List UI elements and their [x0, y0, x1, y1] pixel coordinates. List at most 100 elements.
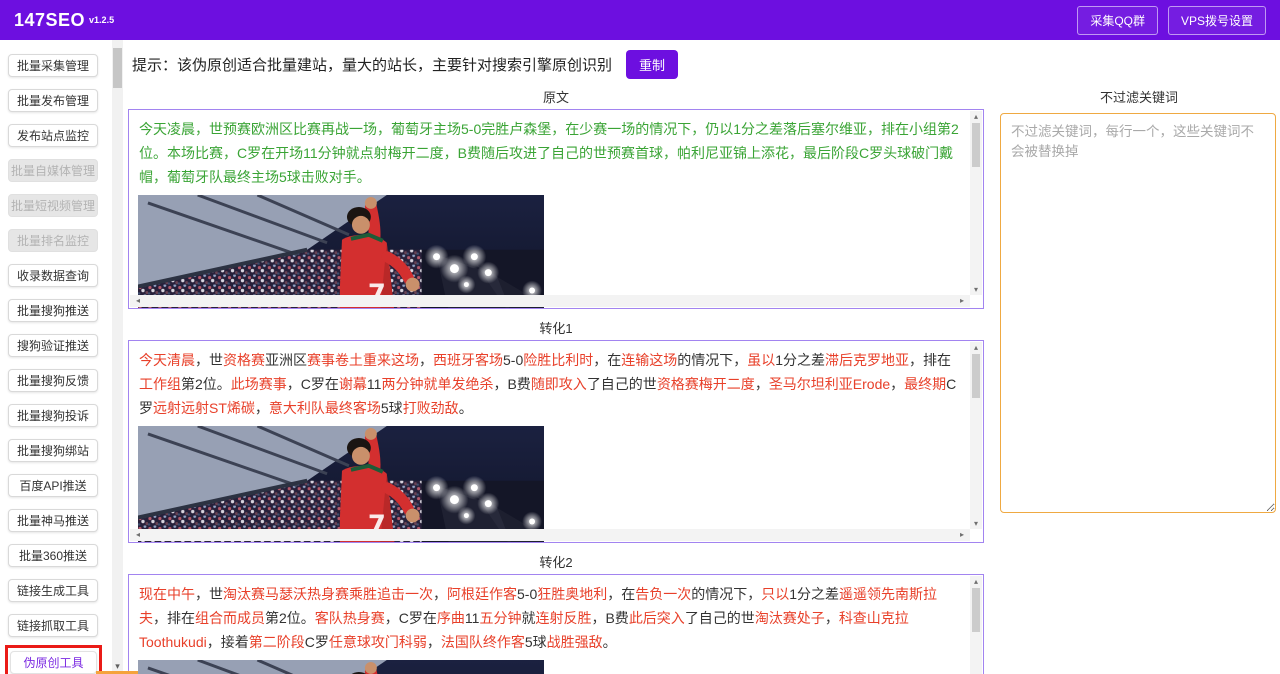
text-segment: ，B费 — [591, 610, 628, 626]
changed-text-segment: 现在中午 — [139, 586, 195, 602]
text-segment: 1分之差 — [775, 352, 825, 368]
sidebar-item-15[interactable]: 批量360推送 — [8, 544, 98, 567]
text-segment: C罗 — [305, 634, 329, 650]
changed-text-segment: 圣马尔坦利亚Erode — [769, 376, 890, 392]
panel-vertical-scrollbar[interactable]: ▴ ▾ — [970, 111, 982, 295]
sidebar-item-4: 批量自媒体管理 — [8, 159, 98, 182]
keywords-column: 不过滤关键词 — [993, 40, 1280, 674]
text-segment: 5-0 — [503, 352, 523, 368]
sidebar-item-5: 批量短视频管理 — [8, 194, 98, 217]
sidebar-item-12[interactable]: 批量搜狗绑站 — [8, 439, 98, 462]
changed-text-segment: 淘汰赛马瑟沃热身赛乘胜追击一次 — [223, 586, 433, 602]
sidebar-item-2[interactable]: 批量发布管理 — [8, 89, 98, 112]
no-filter-keywords-input[interactable] — [1000, 113, 1276, 513]
panel-vertical-scrollbar[interactable]: ▴ ▾ — [970, 576, 982, 674]
header-bar: 147SEO v1.2.5 采集QQ群 VPS拨号设置 — [0, 0, 1280, 40]
text-segment: ， — [427, 634, 441, 650]
changed-text-segment: 滞后克罗地亚 — [825, 352, 909, 368]
changed-text-segment: 第二阶段 — [249, 634, 305, 650]
panel-horizontal-scrollbar[interactable]: ◂ ▸ — [130, 529, 970, 541]
sidebar-item-8[interactable]: 批量搜狗推送 — [8, 299, 98, 322]
changed-text-segment: 西班牙客场 — [433, 352, 503, 368]
sidebar-scrollbar-thumb[interactable] — [113, 48, 122, 88]
changed-text-segment: 此后突入 — [629, 610, 685, 626]
changed-text-segment: 意大利队最终客场 — [269, 400, 381, 416]
sidebar-item-14[interactable]: 批量神马推送 — [8, 509, 98, 532]
text-segment: 11 — [367, 376, 382, 392]
scrollbar-thumb[interactable] — [972, 123, 980, 167]
text-segment: 。 — [603, 634, 617, 650]
sidebar-item-3[interactable]: 发布站点监控 — [8, 124, 98, 147]
sidebar-item-13[interactable]: 百度API推送 — [8, 474, 98, 497]
text-segment: ， — [755, 376, 769, 392]
changed-text-segment: 赛事卷土重来这场 — [307, 352, 419, 368]
changed-text-segment: 淘汰赛处子 — [755, 610, 825, 626]
text-segment: ，在 — [607, 586, 635, 602]
brand-version: v1.2.5 — [89, 15, 114, 25]
sidebar-item-17[interactable]: 链接抓取工具 — [8, 614, 98, 637]
text-segment: 第2位。 — [181, 376, 231, 392]
scroll-up-icon[interactable]: ▴ — [970, 112, 982, 121]
panel-vertical-scrollbar[interactable]: ▴ ▾ — [970, 342, 982, 529]
sidebar-item-1[interactable]: 批量采集管理 — [8, 54, 98, 77]
sidebar-item-10[interactable]: 批量搜狗反馈 — [8, 369, 98, 392]
changed-text-segment: 法国队终作客 — [441, 634, 525, 650]
scroll-down-icon[interactable]: ▾ — [970, 519, 982, 528]
changed-text-segment: 资格赛梅开二度 — [657, 376, 755, 392]
text-segment: 1分之差 — [789, 586, 839, 602]
text-segment: ，B费 — [493, 376, 530, 392]
changed-text-segment: 五分钟 — [479, 610, 521, 626]
text-segment: 5球 — [381, 400, 403, 416]
text-segment: ，排在 — [909, 352, 951, 368]
rebuild-button[interactable]: 重制 — [626, 50, 678, 79]
changed-text-segment: 最终期 — [904, 376, 946, 392]
changed-text-segment: 连输这场 — [621, 352, 677, 368]
scrollbar-thumb[interactable] — [972, 354, 980, 398]
changed-text-segment: 随即攻入 — [531, 376, 587, 392]
hint-text: 提示：该伪原创适合批量建站，量大的站长，主要针对搜索引擎原创识别 — [132, 54, 612, 75]
changed-text-segment: 此场赛事 — [231, 376, 287, 392]
scroll-down-icon[interactable]: ▾ — [970, 285, 982, 294]
sidebar-item-11[interactable]: 批量搜狗投诉 — [8, 404, 98, 427]
text-segment: ， — [419, 352, 433, 368]
text-segment: 5-0 — [517, 586, 537, 602]
collect-qq-group-button[interactable]: 采集QQ群 — [1077, 6, 1158, 35]
sidebar-selected-highlight: 伪原创工具 — [5, 645, 102, 674]
text-segment: ，世 — [195, 352, 223, 368]
changed-text-segment: 资格赛 — [223, 352, 265, 368]
scroll-right-icon[interactable]: ▸ — [956, 296, 968, 305]
changed-text-segment: 组合而成员 — [195, 610, 265, 626]
text-segment: ，接着 — [207, 634, 249, 650]
changed-text-segment: 客队热身赛 — [315, 610, 385, 626]
text-segment: ，C罗在 — [385, 610, 437, 626]
sidebar-items: 批量采集管理批量发布管理发布站点监控批量自媒体管理批量短视频管理批量排名监控收录… — [8, 54, 107, 674]
changed-text-segment: 打败劲敌 — [403, 400, 459, 416]
sidebar-item-18[interactable]: 伪原创工具 — [10, 651, 97, 674]
changed-text-segment: 阿根廷作客 — [447, 586, 517, 602]
changed-text-segment: 虽以 — [747, 352, 775, 368]
changed-text-segment: 只以 — [761, 586, 789, 602]
sidebar-item-7[interactable]: 收录数据查询 — [8, 264, 98, 287]
changed-text-segment: 谢幕 — [339, 376, 367, 392]
scroll-right-icon[interactable]: ▸ — [956, 530, 968, 539]
scroll-up-icon[interactable]: ▴ — [970, 343, 982, 352]
scroll-up-icon[interactable]: ▴ — [970, 577, 982, 586]
brand-logo: 147SEO — [14, 10, 85, 31]
player-celebration-stadium-photo — [138, 660, 544, 674]
vps-dial-settings-button[interactable]: VPS拨号设置 — [1168, 6, 1266, 35]
sidebar-scrollbar[interactable]: ▾ — [112, 40, 123, 674]
scroll-left-icon[interactable]: ◂ — [132, 530, 144, 539]
scroll-left-icon[interactable]: ◂ — [132, 296, 144, 305]
original-paragraph: 今天凌晨，世预赛欧洲区比赛再战一场，葡萄牙主场5-0完胜卢森堡，在少赛一场的情况… — [129, 110, 970, 191]
text-segment: ，在 — [593, 352, 621, 368]
changed-text-segment: 工作组 — [139, 376, 181, 392]
text-segment: ， — [825, 610, 839, 626]
sidebar-item-16[interactable]: 链接生成工具 — [8, 579, 98, 602]
sidebar-item-9[interactable]: 搜狗验证推送 — [8, 334, 98, 357]
changed-text-segment: 今天清晨 — [139, 352, 195, 368]
scrollbar-thumb[interactable] — [972, 588, 980, 632]
text-segment: ，C罗在 — [287, 376, 339, 392]
panel-title-original: 原文 — [128, 87, 984, 106]
panel-horizontal-scrollbar[interactable]: ◂ ▸ — [130, 295, 970, 307]
changed-text-segment: 两分钟就单发绝杀 — [381, 376, 493, 392]
